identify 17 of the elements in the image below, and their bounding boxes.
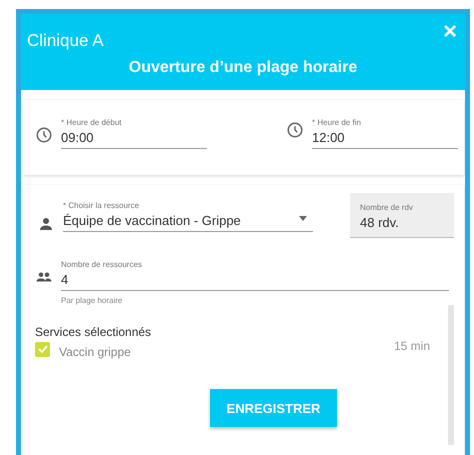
clock-icon (35, 126, 53, 144)
time-field[interactable]: * Heure de début 09:00 (61, 118, 207, 149)
window-title: Clinique A (27, 31, 104, 51)
resource-count-field[interactable]: Nombre de ressources 4 (61, 260, 449, 291)
time-field[interactable]: * Heure de fin 12:00 (312, 118, 458, 149)
service-name: Vaccin grippe (59, 345, 131, 359)
appointments-field: Nombre de rdv 48 rdv. (350, 193, 454, 238)
service-duration: 15 min (394, 339, 430, 353)
person-icon (37, 215, 55, 233)
dialog-subtitle: Ouverture d’une plage horaire (128, 59, 358, 77)
helper-text: Par plage horaire (61, 296, 124, 305)
caret-icon (299, 216, 307, 221)
services-title: Services sélectionnés (35, 325, 152, 339)
resource-select[interactable]: * Choisir la ressource Équipe de vaccination - Grippe (63, 201, 313, 232)
clock-icon (286, 121, 304, 139)
scrollbar[interactable] (448, 305, 454, 445)
checkbox[interactable] (35, 342, 50, 356)
